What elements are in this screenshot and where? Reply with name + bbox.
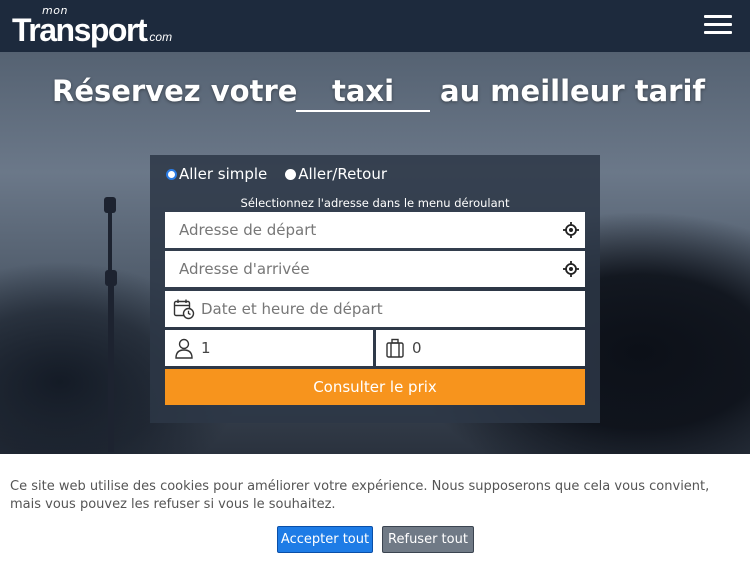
headline-suffix: au meilleur tarif: [440, 74, 706, 108]
logo-com: .com: [146, 30, 173, 44]
radio-button[interactable]: [285, 168, 297, 180]
radio-label-aller-simple: Aller simple: [179, 165, 268, 183]
address-hint: Sélectionnez l'adresse dans le menu déro…: [240, 196, 510, 210]
radio-aller-simple[interactable]: Aller simple: [166, 165, 267, 183]
crosshair-location-icon[interactable]: [563, 222, 579, 238]
calendar-clock-icon: [173, 299, 195, 320]
header-bar: mon Transport.com: [0, 0, 750, 52]
hamburger-menu-icon[interactable]: [704, 15, 734, 37]
departure-address-field[interactable]: [165, 212, 585, 248]
arrival-address-input[interactable]: [179, 260, 585, 278]
arrival-address-field[interactable]: [165, 251, 585, 287]
departure-address-input[interactable]: [179, 221, 585, 239]
radio-label-aller-retour: Aller/Retour: [298, 165, 388, 183]
crosshair-location-icon[interactable]: [563, 261, 579, 277]
headline-vehicle-word: taxi: [296, 74, 430, 112]
departure-datetime-input[interactable]: [201, 300, 585, 318]
luggage-count-field[interactable]: 0: [376, 330, 585, 366]
trip-type-selector: Aller simple Aller/Retour: [166, 165, 405, 183]
headline-prefix: Réservez votre: [52, 74, 298, 108]
passenger-count-field[interactable]: 1: [165, 330, 373, 366]
logo-transport: Transport.com: [12, 12, 173, 48]
cookie-banner: Ce site web utilise des cookies pour amé…: [0, 454, 750, 563]
accept-all-cookies-button[interactable]: Accepter tout: [277, 526, 373, 553]
suitcase-icon: [386, 338, 404, 358]
refuse-all-cookies-button[interactable]: Refuser tout: [382, 526, 474, 553]
radio-aller-retour[interactable]: Aller/Retour: [285, 165, 387, 183]
departure-datetime-field[interactable]: [165, 291, 585, 327]
luggage-count-value: 0: [412, 339, 422, 357]
passenger-count-value: 1: [201, 339, 211, 357]
person-icon: [175, 338, 193, 359]
cookie-notice-text: Ce site web utilise des cookies pour amé…: [10, 479, 710, 512]
check-price-button[interactable]: Consulter le prix: [165, 369, 585, 405]
radio-button-selected[interactable]: [166, 168, 177, 180]
